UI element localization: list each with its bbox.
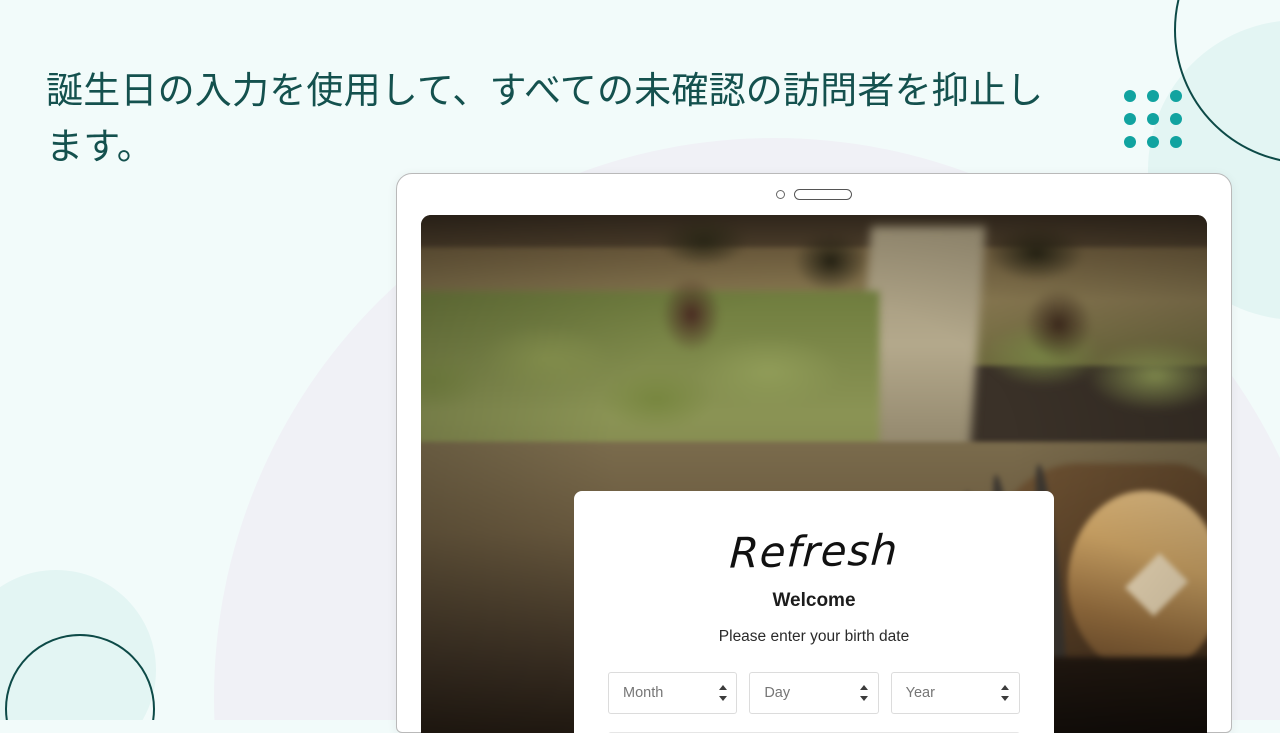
month-select[interactable]: Month	[608, 672, 738, 714]
grid-dot	[1170, 136, 1182, 148]
grid-dot	[1147, 136, 1159, 148]
stepper-arrows-icon[interactable]	[1001, 685, 1010, 701]
tablet-screen: Refresh Welcome Please enter your birth …	[421, 215, 1207, 733]
year-select[interactable]: Year	[890, 672, 1020, 714]
welcome-heading: Welcome	[772, 590, 856, 611]
day-select[interactable]: Day	[749, 672, 879, 714]
tablet-device-frame: Refresh Welcome Please enter your birth …	[396, 173, 1232, 733]
camera-dot-icon	[776, 190, 785, 199]
grid-dot	[1124, 136, 1136, 148]
brand-logo: Refresh	[728, 525, 900, 578]
page-headline: 誕生日の入力を使用して、すべての未確認の訪問者を抑止します。	[46, 69, 1044, 168]
grid-dot	[1124, 90, 1136, 102]
stepper-arrows-icon[interactable]	[718, 685, 727, 701]
grid-dot	[1170, 113, 1182, 125]
month-select-label: Month	[623, 685, 664, 701]
birth-date-instruction: Please enter your birth date	[718, 628, 910, 645]
grid-dot	[1147, 113, 1159, 125]
year-select-label: Year	[905, 685, 935, 701]
grid-dot	[1147, 90, 1159, 102]
birth-date-select-group: Month Day Year	[608, 672, 1020, 714]
grid-dot	[1124, 113, 1136, 125]
dot-grid-icon	[1124, 90, 1182, 148]
speaker-grille-icon	[794, 189, 852, 200]
grid-dot	[1170, 90, 1182, 102]
day-select-label: Day	[764, 685, 791, 701]
tablet-bezel-top	[397, 174, 1231, 215]
age-verification-card: Refresh Welcome Please enter your birth …	[574, 491, 1054, 733]
stepper-arrows-icon[interactable]	[860, 685, 869, 701]
